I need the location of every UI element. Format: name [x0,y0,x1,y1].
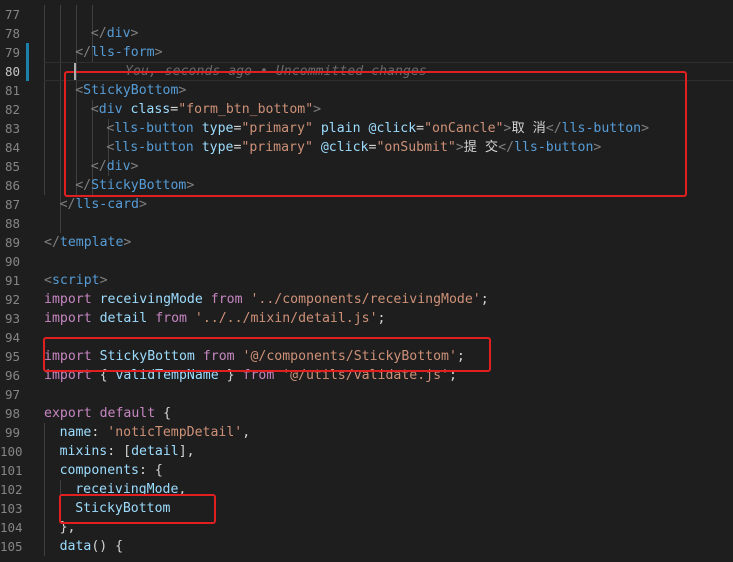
code-line: mixins: [detail], [44,442,195,461]
line-number: 87 [4,197,20,212]
git-modified-indicator [26,43,29,81]
line-number: 103 [0,501,23,516]
code-token: div [106,26,131,41]
code-token: > [154,45,163,60]
code-token: receivingMode [99,292,203,307]
line-number: 90 [4,254,20,269]
code-token: : { [139,463,163,478]
line-number: 88 [4,216,20,231]
line-number: 83 [4,121,20,136]
code-token: from [210,292,243,307]
code-line: components: { [44,461,163,480]
code-token: '../../mixin/detail.js' [194,311,378,326]
code-line: import receivingMode from '../components… [44,290,489,309]
code-token: </ [90,26,107,41]
line-number: 93 [4,311,20,326]
line-number: 99 [4,425,20,440]
line-number: 100 [0,444,23,459]
code-token: { [155,406,172,421]
code-token: > [99,273,108,288]
code-token: mixins [59,444,108,459]
text-cursor [74,63,76,80]
line-number: 82 [4,102,20,117]
code-token: export [44,406,92,421]
code-token: lls-form [91,45,155,60]
code-token: detail [99,311,148,326]
line-number: 91 [4,273,20,288]
line-number: 86 [4,178,20,193]
code-token: default [99,406,156,421]
code-line: export default { [44,404,171,423]
code-line: </div> [44,24,139,43]
code-token: : [ [107,444,132,459]
highlight-box-sticky-import [43,337,491,372]
code-token: > [123,235,132,250]
code-token: data [59,539,92,554]
line-number: 105 [0,539,23,554]
code-token: > [139,197,147,212]
line-number: 81 [4,83,20,98]
code-line: </template> [44,233,131,252]
code-line: </lls-form> [44,43,163,62]
line-number: 101 [0,463,23,478]
code-token: template [59,235,124,250]
line-number: 96 [4,368,20,383]
code-line: name: 'noticTempDetail', [44,423,251,442]
code-token: import [44,292,92,307]
code-line: import detail from '../../mixin/detail.j… [44,309,385,328]
code-token: from [155,311,187,326]
line-number: 95 [4,349,20,364]
code-token: < [44,273,52,288]
code-token: </ [59,197,76,212]
line-number: 79 [4,45,20,60]
code-token: () { [91,539,124,554]
code-token: script [51,273,100,288]
code-token: ; [377,311,386,326]
code-token: , [242,425,251,440]
line-number: 104 [0,520,23,535]
code-token: '../components/receivingMode' [250,292,481,307]
code-token: > [130,26,139,41]
line-number: 102 [0,482,23,497]
line-number: 80 [4,64,20,79]
line-number: 97 [4,387,20,402]
line-number: 85 [4,159,20,174]
line-number: 98 [4,406,20,421]
code-token: components [59,463,139,478]
line-number: 92 [4,292,20,307]
code-line: <script> [44,271,108,290]
code-token: detail [131,444,179,459]
code-token: </ [75,45,92,60]
code-line: </lls-card> [44,195,147,214]
code-editor[interactable]: </div> </lls-form> <StickyBottom> <div clas… [0,0,733,562]
code-line: data() { [44,537,124,556]
code-token: : [91,425,108,440]
code-token: 'noticTempDetail' [107,425,243,440]
code-token: </ [44,235,60,250]
line-number: 84 [4,140,20,155]
code-token: import [44,311,92,326]
code-token: name [59,425,92,440]
line-number: 94 [4,330,20,345]
code-token: ; [480,292,489,307]
highlight-box-sticky-template [64,71,687,197]
code-token: ], [178,444,195,459]
line-number: 78 [4,26,20,41]
highlight-box-sticky-component [59,494,216,524]
line-number: 89 [4,235,20,250]
code-token: lls-card [75,197,140,212]
line-number: 77 [4,7,20,22]
